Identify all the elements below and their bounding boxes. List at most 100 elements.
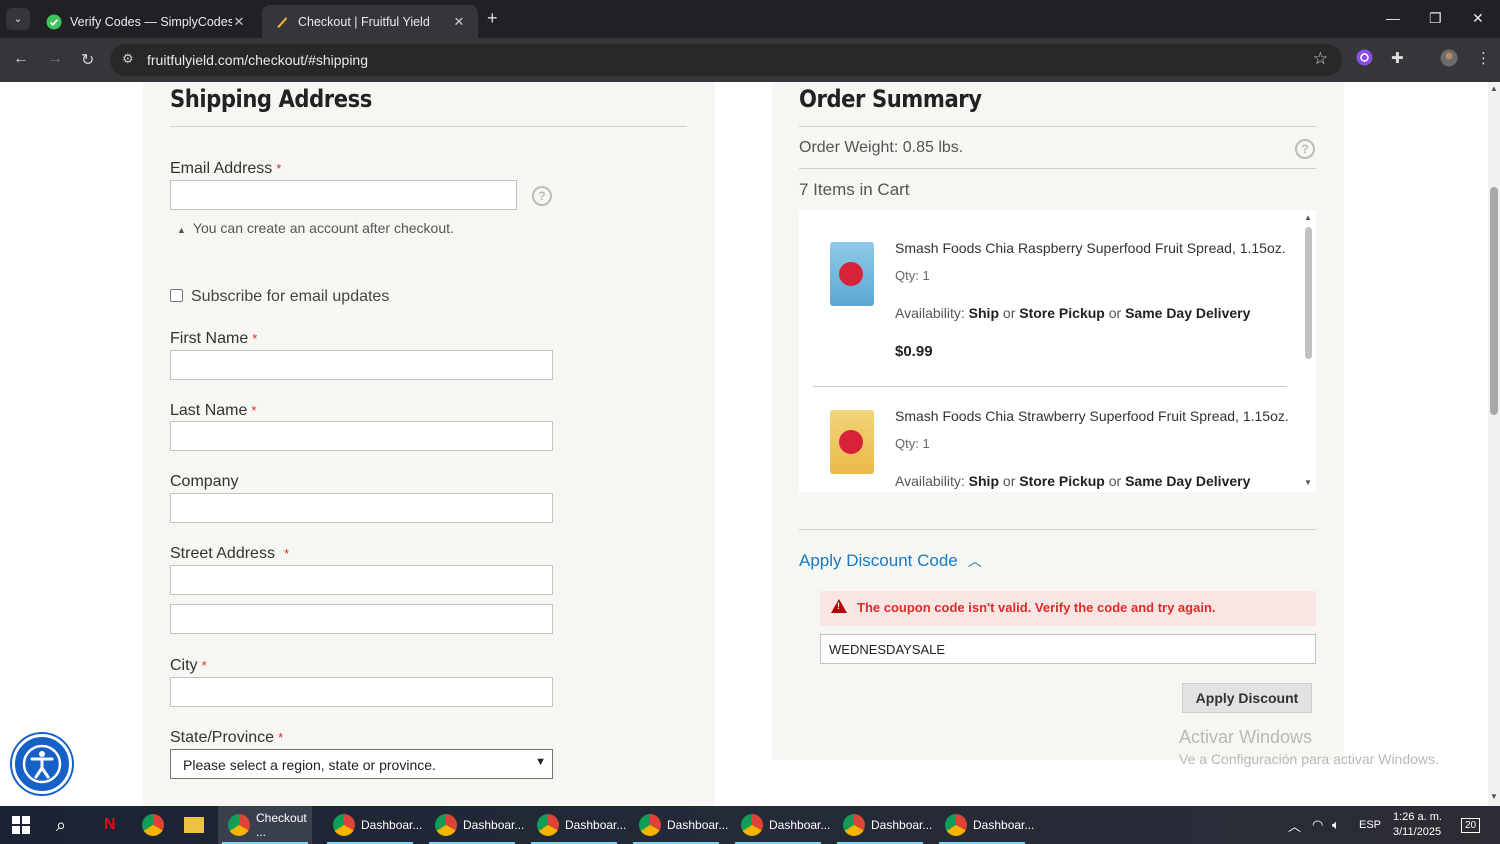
item-name: Smash Foods Chia Raspberry Superfood Fru…: [895, 240, 1286, 256]
page-scrollbar[interactable]: ▲ ▼: [1488, 82, 1500, 806]
taskbar-app-checkout[interactable]: Checkout ...: [218, 806, 312, 844]
state-label: State/Province *: [170, 729, 284, 746]
company-label: Company: [170, 473, 239, 490]
email-field[interactable]: [170, 180, 517, 210]
warning-icon: [831, 599, 847, 613]
browser-tab-bar: ⌄ Verify Codes — SimplyCodes ✕ Checkout …: [0, 0, 1500, 38]
apply-discount-button[interactable]: Apply Discount: [1182, 683, 1312, 713]
notifications-icon[interactable]: 20: [1461, 806, 1481, 844]
restore-icon[interactable]: ❐: [1429, 10, 1442, 27]
tab-verify-codes[interactable]: Verify Codes — SimplyCodes ✕: [34, 5, 258, 38]
help-icon[interactable]: ?: [532, 186, 552, 206]
tab-checkout[interactable]: Checkout | Fruitful Yield ✕: [262, 5, 478, 38]
windows-activation-title: Activar Windows: [1179, 727, 1313, 747]
subscribe-checkbox[interactable]: [170, 289, 183, 302]
tab-title: Checkout | Fruitful Yield: [298, 14, 430, 29]
cart-items-list[interactable]: Smash Foods Chia Raspberry Superfood Fru…: [799, 210, 1316, 492]
accessibility-icon: [22, 744, 62, 784]
company-field[interactable]: [170, 493, 553, 523]
divider: [799, 529, 1316, 530]
back-icon[interactable]: ←: [13, 50, 29, 68]
language-indicator[interactable]: ESP: [1359, 806, 1381, 844]
forward-icon[interactable]: →: [47, 50, 63, 68]
city-field[interactable]: [170, 677, 553, 707]
site-info-icon[interactable]: ⚙: [122, 51, 134, 67]
item-price: $0.99: [895, 343, 933, 360]
tab-title: Verify Codes — SimplyCodes: [70, 14, 232, 29]
item-divider: [813, 386, 1287, 387]
clock[interactable]: 1:26 a. m. 3/11/2025: [1393, 806, 1442, 844]
profile-avatar-icon[interactable]: [1440, 49, 1458, 71]
help-icon[interactable]: ?: [1295, 139, 1315, 159]
wifi-icon[interactable]: ◠: [1312, 806, 1323, 844]
bookmark-star-icon[interactable]: ☆: [1313, 49, 1328, 69]
item-qty: Qty: 1: [895, 436, 930, 451]
street-line2-field[interactable]: [170, 604, 553, 634]
scroll-up-icon[interactable]: ▲: [1490, 84, 1498, 93]
reload-icon[interactable]: ↻: [81, 50, 94, 70]
windows-taskbar: ⌕ N Checkout ... Dashboar... Dashboar...…: [0, 806, 1500, 844]
taskbar-app-dashboard[interactable]: Dashboar...: [323, 806, 422, 844]
scroll-up-icon[interactable]: ▲: [1304, 213, 1312, 222]
tab-search-button[interactable]: ⌄: [6, 8, 30, 30]
item-availability: Availability: Ship or Store Pickup or Sa…: [895, 473, 1251, 489]
first-name-field[interactable]: [170, 350, 553, 380]
minimize-icon[interactable]: —: [1386, 10, 1400, 26]
subscribe-label[interactable]: Subscribe for email updates: [191, 288, 389, 306]
items-count: 7 Items in Cart: [799, 180, 910, 199]
email-label: Email Address *: [170, 160, 282, 177]
windows-activation-note: Ve a Configuración para activar Windows.: [1179, 751, 1439, 767]
windows-start-icon[interactable]: [12, 806, 30, 844]
taskbar-app-dashboard[interactable]: Dashboar...: [425, 806, 524, 844]
product-image: [830, 242, 874, 306]
taskbar-app-dashboard[interactable]: Dashboar...: [833, 806, 932, 844]
volume-icon[interactable]: 🔈︎: [1332, 806, 1340, 844]
netflix-icon[interactable]: N: [104, 806, 116, 844]
page-scroll-thumb[interactable]: [1490, 187, 1498, 415]
extensions-puzzle-icon[interactable]: ✚: [1391, 49, 1404, 67]
taskbar-app-dashboard[interactable]: Dashboar...: [935, 806, 1034, 844]
item-availability: Availability: Ship or Store Pickup or Sa…: [895, 305, 1251, 321]
chevron-up-icon[interactable]: ︿: [1288, 806, 1301, 844]
scroll-down-icon[interactable]: ▼: [1490, 792, 1498, 801]
chrome-icon[interactable]: [142, 806, 170, 844]
shipping-title: Shipping Address: [170, 85, 372, 113]
taskbar-app-dashboard[interactable]: Dashboar...: [731, 806, 830, 844]
first-name-label: First Name *: [170, 330, 258, 347]
email-note: ▲ You can create an account after checkou…: [177, 220, 454, 236]
item-name: Smash Foods Chia Strawberry Superfood Fr…: [895, 408, 1289, 424]
fruitful-yield-icon: [277, 16, 287, 28]
state-select[interactable]: Please select a region, state or provinc…: [170, 749, 553, 779]
divider: [170, 126, 687, 127]
cart-scroll-thumb[interactable]: [1305, 227, 1312, 359]
street-line1-field[interactable]: [170, 565, 553, 595]
chevron-down-icon: ▼: [535, 756, 546, 768]
new-tab-button[interactable]: +: [487, 8, 498, 28]
menu-dots-icon[interactable]: ⋮: [1476, 49, 1491, 67]
chevron-up-icon: ︿: [967, 553, 982, 569]
scroll-down-icon[interactable]: ▼: [1304, 478, 1312, 487]
close-window-icon[interactable]: ✕: [1472, 10, 1484, 27]
extension-icon[interactable]: [1356, 49, 1373, 70]
close-tab-icon[interactable]: ✕: [232, 14, 246, 30]
file-explorer-icon[interactable]: [184, 806, 204, 844]
apply-discount-toggle[interactable]: Apply Discount Code ︿: [799, 551, 982, 571]
taskbar-app-dashboard[interactable]: Dashboar...: [629, 806, 728, 844]
discount-code-input[interactable]: WEDNESDAYSALE: [820, 634, 1316, 664]
divider: [799, 126, 1316, 127]
taskbar-app-dashboard[interactable]: Dashboar...: [527, 806, 626, 844]
address-bar[interactable]: ⚙ fruitfulyield.com/checkout/#shipping ☆: [110, 44, 1342, 76]
raspberry-icon: [839, 262, 863, 286]
strawberry-icon: [839, 430, 863, 454]
close-tab-icon[interactable]: ✕: [452, 14, 466, 30]
summary-title: Order Summary: [799, 85, 982, 113]
last-name-field[interactable]: [170, 421, 553, 451]
city-label: City *: [170, 657, 207, 674]
item-qty: Qty: 1: [895, 268, 930, 283]
accessibility-button[interactable]: [12, 734, 72, 794]
last-name-label: Last Name *: [170, 402, 257, 419]
caret-up-icon: ▲: [177, 225, 186, 235]
search-icon[interactable]: ⌕: [56, 806, 66, 844]
simplycodes-icon: [46, 14, 62, 29]
browser-toolbar: ← → ↻ ⚙ fruitfulyield.com/checkout/#ship…: [0, 38, 1500, 82]
